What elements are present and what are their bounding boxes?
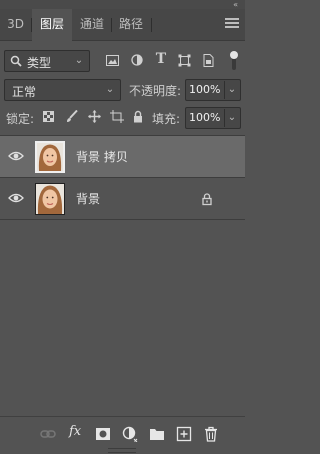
fill-label: 填充: xyxy=(152,112,181,126)
portrait-thumbnail-icon xyxy=(37,143,63,171)
adjustment-layer-icon[interactable] xyxy=(122,426,138,442)
chevron-down-icon[interactable]: ⌄ xyxy=(224,84,240,95)
panel-tabs: 3D 图层 通道 路径 xyxy=(0,9,245,41)
opacity-label: 不透明度: xyxy=(129,84,182,98)
layer-thumbnail[interactable] xyxy=(35,141,65,173)
opacity-field[interactable]: 100% ⌄ xyxy=(185,79,241,101)
lock-position-icon[interactable] xyxy=(88,110,101,123)
tab-3d[interactable]: 3D xyxy=(0,9,31,40)
tab-paths[interactable]: 路径 xyxy=(112,9,150,40)
type-filter-icon[interactable]: T xyxy=(154,51,168,67)
panel-menu-icon[interactable] xyxy=(225,18,239,30)
layer-name[interactable]: 背景 xyxy=(76,178,100,220)
delete-layer-icon[interactable] xyxy=(203,426,219,442)
search-icon xyxy=(10,55,22,67)
new-layer-icon[interactable] xyxy=(176,426,192,442)
filter-kind-label: 类型 xyxy=(27,56,52,70)
lock-transparent-pixels-icon[interactable] xyxy=(43,111,54,122)
layer-row[interactable]: 背景 拷贝 xyxy=(0,136,245,178)
chevron-down-icon[interactable]: ⌄ xyxy=(224,112,240,123)
shape-filter-icon[interactable] xyxy=(178,54,191,67)
image-filter-icon[interactable] xyxy=(106,55,119,66)
fx-icon[interactable]: fx xyxy=(69,424,87,440)
lock-icon[interactable] xyxy=(201,192,213,206)
adjustment-filter-icon[interactable] xyxy=(131,54,143,66)
lock-image-pixels-icon[interactable] xyxy=(66,110,78,123)
portrait-thumbnail-icon xyxy=(36,184,64,214)
eye-icon[interactable] xyxy=(8,150,24,162)
panel-top-strip xyxy=(0,0,245,9)
smart-object-filter-icon[interactable] xyxy=(203,54,214,67)
fill-value: 100% xyxy=(189,111,221,124)
blend-mode-value: 正常 xyxy=(12,85,37,99)
tab-divider xyxy=(151,18,152,32)
link-layers-icon[interactable] xyxy=(40,426,56,442)
resize-grip[interactable] xyxy=(108,448,136,453)
new-group-icon[interactable] xyxy=(149,426,165,442)
lock-label: 锁定: xyxy=(6,112,35,126)
filter-toggle-switch[interactable] xyxy=(229,50,239,72)
lock-all-icon[interactable] xyxy=(133,110,143,123)
filter-kind-select[interactable]: 类型 ⌄ xyxy=(4,50,90,72)
layer-name[interactable]: 背景 拷贝 xyxy=(76,136,128,178)
layer-thumbnail[interactable] xyxy=(35,183,65,215)
fill-field[interactable]: 100% ⌄ xyxy=(185,107,241,129)
chevron-down-icon: ⌄ xyxy=(74,55,84,66)
lock-artboard-icon[interactable] xyxy=(110,110,124,123)
opacity-value: 100% xyxy=(189,83,221,96)
blend-mode-select[interactable]: 正常 ⌄ xyxy=(4,79,121,101)
tab-channels[interactable]: 通道 xyxy=(74,9,110,40)
layer-row[interactable]: 背景 xyxy=(0,178,245,220)
add-mask-icon[interactable] xyxy=(95,426,111,442)
chevron-down-icon: ⌄ xyxy=(105,84,115,95)
tab-layers[interactable]: 图层 xyxy=(32,9,72,41)
eye-icon[interactable] xyxy=(8,192,24,204)
collapse-panel-icon[interactable]: « xyxy=(233,0,238,9)
